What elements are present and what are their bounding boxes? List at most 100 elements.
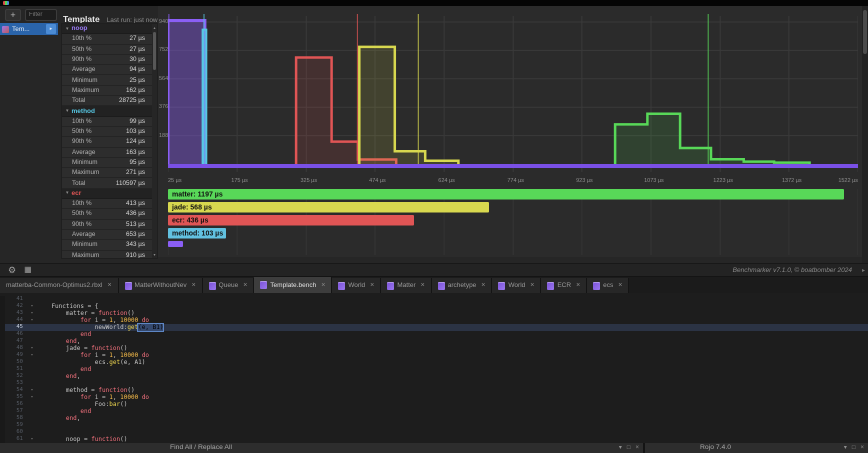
scroll-down-icon[interactable]: ▾ bbox=[152, 252, 157, 257]
close-icon[interactable]: × bbox=[107, 282, 111, 289]
code-line-48: 48▾ jade = function() bbox=[0, 345, 868, 352]
add-benchmark-button[interactable]: + bbox=[5, 9, 21, 21]
close-icon[interactable]: × bbox=[421, 282, 425, 289]
fold-arrow-icon[interactable]: ▾ bbox=[27, 303, 37, 310]
run-benchmark-button[interactable]: ▸ bbox=[46, 24, 56, 34]
close-icon[interactable]: × bbox=[321, 282, 325, 289]
script-icon bbox=[125, 282, 132, 290]
benchmark-list-item-template[interactable]: Tem... ▸ bbox=[0, 23, 58, 35]
code-text: jade = function() bbox=[37, 345, 127, 352]
tab-label: World bbox=[508, 282, 525, 289]
stat-row: Maximum162 µs bbox=[62, 86, 157, 96]
tab-ecs[interactable]: ecs × bbox=[587, 278, 629, 293]
script-icon bbox=[209, 282, 216, 290]
script-icon bbox=[498, 282, 505, 290]
fold-spacer bbox=[27, 324, 37, 331]
close-icon[interactable]: × bbox=[576, 282, 580, 289]
line-number: 57 bbox=[5, 408, 27, 415]
code-line-50: 50 ecs.get(e, A1) bbox=[0, 359, 868, 366]
line-number: 53 bbox=[5, 380, 27, 387]
tab-template-bench[interactable]: Template.bench × bbox=[254, 277, 332, 293]
stat-row: 50th %436 µs bbox=[62, 209, 157, 219]
stat-row: Average653 µs bbox=[62, 230, 157, 240]
x-tick-label: 25 µs bbox=[168, 178, 182, 184]
svg-text:matter: 1197 µs: matter: 1197 µs bbox=[172, 192, 223, 199]
close-icon[interactable]: × bbox=[481, 282, 485, 289]
close-icon[interactable]: × bbox=[370, 282, 374, 289]
tab-matterwithoutnev[interactable]: MatterWithoutNev× bbox=[119, 278, 203, 293]
code-line-57: 57 end bbox=[0, 408, 868, 415]
plugin-logo-icon bbox=[3, 1, 9, 5]
fold-spacer bbox=[27, 359, 37, 366]
stats-section-header-method[interactable]: ▾method bbox=[62, 106, 157, 116]
script-icon bbox=[387, 282, 394, 290]
x-tick-label: 1372 µs bbox=[782, 178, 802, 184]
collapse-icon[interactable]: ▾ bbox=[619, 443, 622, 453]
close-icon[interactable]: × bbox=[860, 443, 864, 453]
tab-label: ecs bbox=[603, 282, 613, 289]
fold-arrow-icon[interactable]: ▾ bbox=[27, 352, 37, 359]
expand-right-icon[interactable]: ▸ bbox=[862, 267, 865, 274]
collapse-icon[interactable]: ▾ bbox=[844, 443, 847, 453]
float-window-icon[interactable]: □ bbox=[627, 443, 631, 453]
stat-row: 90th %30 µs bbox=[62, 55, 157, 65]
close-icon[interactable]: × bbox=[635, 443, 639, 453]
stats-section-header-noop[interactable]: ▾noop bbox=[62, 24, 157, 34]
fold-arrow-icon[interactable]: ▾ bbox=[27, 317, 37, 324]
script-icon bbox=[438, 282, 445, 290]
close-icon[interactable]: × bbox=[618, 282, 622, 289]
code-line-44: 44▾ for i = 1, 10000 do bbox=[0, 317, 868, 324]
code-line-43: 43▾ matter = function() bbox=[0, 310, 868, 317]
close-icon[interactable]: × bbox=[192, 282, 196, 289]
chevron-down-icon: ▾ bbox=[66, 190, 69, 196]
tab-bar: matterba-Common-Optimus2.rbxl×MatterWith… bbox=[0, 277, 868, 293]
line-number: 46 bbox=[5, 331, 27, 338]
code-text: end bbox=[37, 366, 91, 373]
code-text: end bbox=[37, 408, 91, 415]
fold-arrow-icon[interactable]: ▾ bbox=[27, 436, 37, 443]
x-tick-label: 325 µs bbox=[300, 178, 317, 184]
y-tick-label: 564 bbox=[159, 76, 168, 82]
svg-text:jade: 568 µs: jade: 568 µs bbox=[171, 205, 212, 212]
fold-spacer bbox=[27, 422, 37, 429]
tab-world[interactable]: World× bbox=[332, 278, 381, 293]
filter-input[interactable] bbox=[25, 9, 57, 21]
close-icon[interactable]: × bbox=[243, 282, 247, 289]
line-number: 60 bbox=[5, 429, 27, 436]
stats-section-name: method bbox=[72, 108, 95, 115]
code-line-59: 59 bbox=[0, 422, 868, 429]
tab-matter[interactable]: Matter× bbox=[381, 278, 432, 293]
code-line-56: 56 Foo:bar() bbox=[0, 401, 868, 408]
stats-section-header-ecr[interactable]: ▾ecr bbox=[62, 189, 157, 199]
tab-queue[interactable]: Queue× bbox=[203, 278, 255, 293]
stats-section-name: ecr bbox=[72, 190, 82, 197]
fold-arrow-icon[interactable]: ▾ bbox=[27, 345, 37, 352]
close-icon[interactable]: × bbox=[530, 282, 534, 289]
code-line-58: 58 end, bbox=[0, 415, 868, 422]
scrollbar-thumb[interactable] bbox=[153, 32, 156, 70]
fold-arrow-icon[interactable]: ▾ bbox=[27, 310, 37, 317]
code-text: for i = 1, 10000 do bbox=[37, 394, 149, 401]
fold-arrow-icon[interactable]: ▾ bbox=[27, 387, 37, 394]
panel-scrollbar[interactable] bbox=[862, 6, 868, 263]
x-tick-label: 774 µs bbox=[507, 178, 524, 184]
stats-scrollbar[interactable]: ▴ ▾ bbox=[152, 24, 157, 258]
tab-world[interactable]: World × bbox=[492, 278, 541, 293]
tab-archetype[interactable]: archetype× bbox=[432, 278, 493, 293]
tab-label: Template.bench bbox=[270, 282, 316, 289]
code-editor[interactable]: 4142▾ Functions = {43▾ matter = function… bbox=[0, 293, 868, 443]
tab-matterba-common-optimus2-rbxl[interactable]: matterba-Common-Optimus2.rbxl× bbox=[0, 278, 119, 293]
float-window-icon[interactable]: □ bbox=[852, 443, 856, 453]
gear-icon[interactable]: ⚙ bbox=[8, 264, 16, 276]
line-number: 56 bbox=[5, 401, 27, 408]
columns-chart-icon[interactable]: ▦ bbox=[24, 264, 32, 276]
scrollbar-thumb[interactable] bbox=[863, 10, 867, 54]
scroll-up-icon[interactable]: ▴ bbox=[152, 25, 157, 30]
chevron-down-icon: ▾ bbox=[66, 26, 69, 32]
code-line-47: 47 end, bbox=[0, 338, 868, 345]
code-line-55: 55▾ for i = 1, 10000 do bbox=[0, 394, 868, 401]
fold-arrow-icon[interactable]: ▾ bbox=[27, 394, 37, 401]
tab-label: ECR bbox=[557, 282, 571, 289]
tab-ecr[interactable]: ECR × bbox=[541, 278, 587, 293]
fold-spacer bbox=[27, 296, 37, 303]
